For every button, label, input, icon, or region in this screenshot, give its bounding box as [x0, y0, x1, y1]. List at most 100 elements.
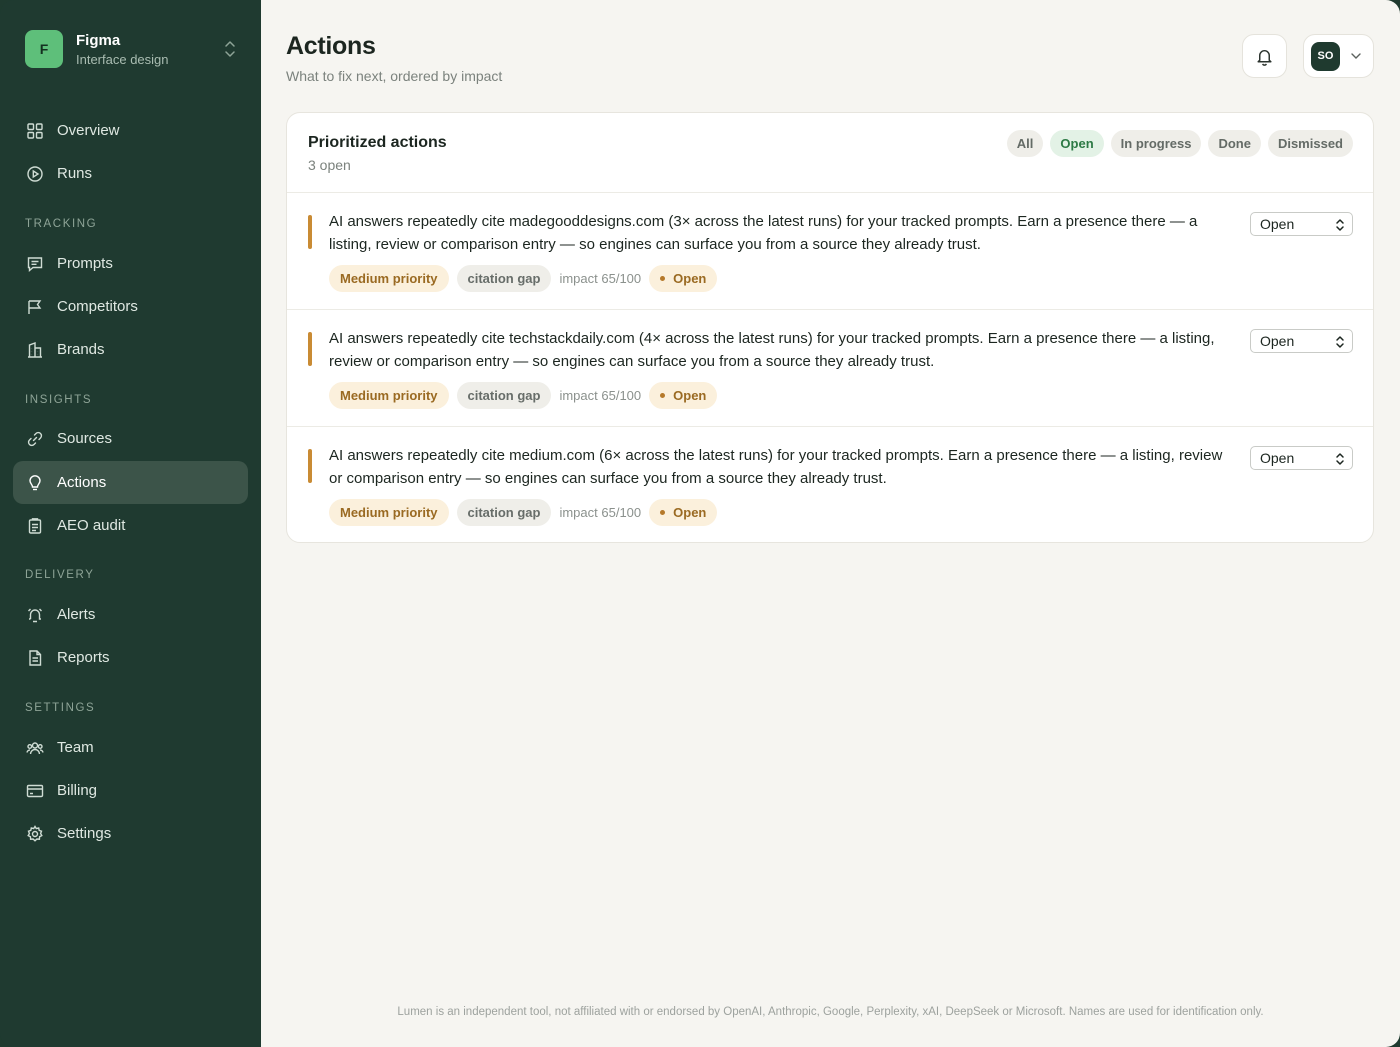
sidebar-item-prompts[interactable]: Prompts: [13, 242, 248, 285]
sidebar-item-sources[interactable]: Sources: [13, 417, 248, 460]
sidebar-item-settings[interactable]: Settings: [13, 812, 248, 855]
status-filter: All Open In progress Done Dismissed: [1006, 130, 1353, 157]
sidebar-item-team[interactable]: Team: [13, 726, 248, 769]
users-icon: [26, 741, 44, 754]
credit-card-icon: [26, 784, 44, 797]
gear-icon: [27, 824, 43, 842]
sidebar-item-label: Brands: [57, 341, 105, 358]
page-subtitle: What to fix next, ordered by impact: [286, 68, 503, 84]
workspace-switcher[interactable]: F Figma Interface design: [25, 29, 237, 69]
category-badge: citation gap: [456, 499, 552, 526]
sidebar-item-billing[interactable]: Billing: [13, 769, 248, 812]
section-title-insights: INSIGHTS: [25, 394, 93, 406]
chevron-up-down-icon: [1336, 453, 1344, 465]
workspace-subtitle: Interface design: [76, 51, 169, 67]
action-description: AI answers repeatedly cite madegooddesig…: [329, 213, 1198, 253]
footer-disclaimer: Lumen is an independent tool, not affili…: [397, 1006, 1264, 1018]
card-header: Prioritized actions 3 open All Open In p…: [287, 113, 1373, 193]
app-window: F Figma Interface design Overview Runs T…: [0, 0, 1400, 1047]
user-menu-button[interactable]: SO: [1303, 34, 1374, 78]
bell-icon: [1257, 49, 1272, 66]
priority-badge: Medium priority: [329, 499, 449, 526]
sidebar-item-label: Settings: [57, 825, 112, 842]
status-label: Open: [673, 505, 707, 520]
status-select[interactable]: Open: [1250, 446, 1353, 470]
status-badge: Open: [649, 382, 718, 409]
sidebar-item-brands[interactable]: Brands: [13, 328, 248, 371]
avatar: SO: [1311, 41, 1340, 71]
section-title-settings: SETTINGS: [25, 702, 96, 714]
filter-dismissed[interactable]: Dismissed: [1267, 130, 1353, 157]
section-title-delivery: DELIVERY: [25, 569, 95, 581]
section-title-tracking: TRACKING: [25, 218, 98, 230]
sidebar-item-aeo-audit[interactable]: AEO audit: [13, 504, 248, 547]
impact-score: impact 65/100: [559, 388, 642, 403]
sidebar-item-label: Actions: [57, 474, 107, 491]
category-badge: citation gap: [456, 265, 552, 292]
sidebar-item-label: Prompts: [57, 255, 113, 272]
card-title: Prioritized actions: [308, 134, 447, 151]
workspace-name: Figma: [76, 31, 121, 49]
building-icon: [28, 341, 42, 358]
lightbulb-icon: [29, 474, 41, 490]
status-badge: Open: [649, 265, 718, 292]
sidebar-item-label: Billing: [57, 782, 98, 799]
chevron-up-down-icon: [1336, 336, 1344, 348]
status-select[interactable]: Open: [1250, 212, 1353, 236]
filter-in-progress[interactable]: In progress: [1110, 130, 1202, 157]
message-square-icon: [27, 256, 43, 272]
filter-open[interactable]: Open: [1050, 130, 1104, 157]
sidebar-item-label: Alerts: [57, 606, 96, 623]
impact-score: impact 65/100: [559, 505, 642, 520]
sidebar-item-runs[interactable]: Runs: [13, 152, 248, 195]
status-label: Open: [673, 388, 707, 403]
status-select-value: Open: [1260, 450, 1295, 466]
priority-badge: Medium priority: [329, 382, 449, 409]
file-text-icon: [29, 649, 42, 666]
chevron-up-down-icon: [225, 41, 235, 57]
sidebar-item-label: AEO audit: [57, 517, 126, 534]
sidebar-item-label: Competitors: [57, 298, 138, 315]
action-description: AI answers repeatedly cite techstackdail…: [329, 330, 1215, 370]
status-select-value: Open: [1260, 216, 1295, 232]
page-title: Actions: [286, 32, 376, 60]
open-count: 3 open: [308, 157, 351, 173]
chevron-up-down-icon: [1336, 219, 1344, 231]
sidebar-item-competitors[interactable]: Competitors: [13, 285, 248, 328]
status-label: Open: [673, 271, 707, 286]
sidebar-item-actions[interactable]: Actions: [13, 461, 248, 504]
notifications-button[interactable]: [1242, 34, 1287, 78]
sidebar-item-reports[interactable]: Reports: [13, 636, 248, 679]
status-dot: [660, 393, 666, 398]
impact-score: impact 65/100: [559, 271, 642, 286]
status-select-value: Open: [1260, 333, 1295, 349]
sidebar-item-label: Team: [57, 739, 94, 756]
workspace-logo: F: [25, 30, 63, 68]
action-row: AI answers repeatedly cite madegooddesig…: [287, 193, 1373, 310]
sidebar-item-label: Runs: [57, 165, 93, 182]
sidebar-item-alerts[interactable]: Alerts: [13, 593, 248, 636]
priority-indicator: [308, 449, 312, 483]
sidebar: F Figma Interface design Overview Runs T…: [0, 0, 261, 1047]
action-row: AI answers repeatedly cite techstackdail…: [287, 310, 1373, 427]
sidebar-item-label: Overview: [57, 122, 120, 139]
main-content: Actions What to fix next, ordered by imp…: [261, 0, 1400, 1047]
link-icon: [27, 431, 43, 446]
sidebar-item-label: Sources: [57, 430, 113, 447]
status-dot: [660, 510, 666, 515]
status-select[interactable]: Open: [1250, 329, 1353, 353]
flag-icon: [28, 299, 42, 314]
status-badge: Open: [649, 499, 718, 526]
alarm-icon: [28, 608, 42, 622]
play-circle-icon: [27, 165, 43, 182]
clipboard-icon: [28, 517, 42, 534]
prioritized-actions-card: Prioritized actions 3 open All Open In p…: [286, 112, 1374, 543]
sidebar-item-overview[interactable]: Overview: [13, 109, 248, 152]
action-description: AI answers repeatedly cite medium.com (6…: [329, 447, 1223, 487]
filter-all[interactable]: All: [1006, 130, 1044, 157]
action-row: AI answers repeatedly cite medium.com (6…: [287, 427, 1373, 542]
priority-badge: Medium priority: [329, 265, 449, 292]
status-dot: [660, 276, 666, 281]
category-badge: citation gap: [456, 382, 552, 409]
filter-done[interactable]: Done: [1208, 130, 1261, 157]
